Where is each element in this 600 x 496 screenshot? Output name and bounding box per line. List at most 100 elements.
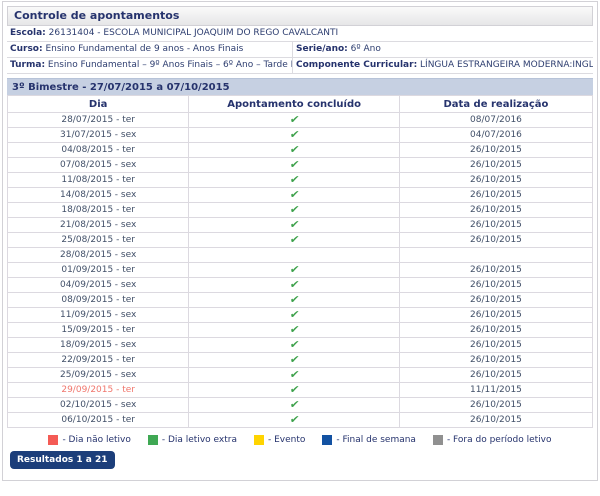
data-realizacao-cell: 26/10/2015 bbox=[399, 143, 592, 158]
data-realizacao-cell: 26/10/2015 bbox=[399, 158, 592, 173]
dia-cell: 15/09/2015 - ter bbox=[8, 323, 189, 338]
check-icon: ✔ bbox=[289, 414, 300, 425]
table-row[interactable]: 28/07/2015 - ter✔08/07/2016 bbox=[8, 113, 593, 128]
dia-cell: 25/08/2015 - ter bbox=[8, 233, 189, 248]
apontamento-cell: ✔ bbox=[189, 293, 400, 308]
info-row-curso-serie: Curso: Ensino Fundamental de 9 anos - An… bbox=[7, 42, 593, 58]
curso-field: Curso: Ensino Fundamental de 9 anos - An… bbox=[7, 42, 292, 57]
legend-item: - Fora do período letivo bbox=[433, 435, 552, 445]
table-row[interactable]: 11/08/2015 - ter✔26/10/2015 bbox=[8, 173, 593, 188]
data-realizacao-cell: 11/11/2015 bbox=[399, 383, 592, 398]
table-row[interactable]: 14/08/2015 - sex✔26/10/2015 bbox=[8, 188, 593, 203]
table-row[interactable]: 28/08/2015 - sex bbox=[8, 248, 593, 263]
table-row[interactable]: 15/09/2015 - ter✔26/10/2015 bbox=[8, 323, 593, 338]
turma-value: Ensino Fundamental – 9º Anos Finais – 6º… bbox=[45, 60, 292, 70]
apontamento-cell: ✔ bbox=[189, 398, 400, 413]
check-icon: ✔ bbox=[289, 384, 300, 395]
table-row[interactable]: 21/08/2015 - sex✔26/10/2015 bbox=[8, 218, 593, 233]
info-row-turma-componente: Turma: Ensino Fundamental – 9º Anos Fina… bbox=[7, 58, 593, 74]
check-icon: ✔ bbox=[289, 399, 300, 410]
legend-color-swatch bbox=[148, 435, 158, 445]
dia-cell: 21/08/2015 - sex bbox=[8, 218, 189, 233]
dia-cell: 02/10/2015 - sex bbox=[8, 398, 189, 413]
serie-field: Serie/ano: 6º Ano bbox=[292, 42, 593, 57]
data-realizacao-cell: 26/10/2015 bbox=[399, 308, 592, 323]
apontamento-cell: ✔ bbox=[189, 233, 400, 248]
check-icon: ✔ bbox=[289, 159, 300, 170]
table-row[interactable]: 06/10/2015 - ter✔26/10/2015 bbox=[8, 413, 593, 428]
table-row[interactable]: 22/09/2015 - ter✔26/10/2015 bbox=[8, 353, 593, 368]
legend-color-swatch bbox=[322, 435, 332, 445]
data-realizacao-cell: 26/10/2015 bbox=[399, 338, 592, 353]
apontamento-cell: ✔ bbox=[189, 113, 400, 128]
data-realizacao-cell: 26/10/2015 bbox=[399, 368, 592, 383]
check-icon: ✔ bbox=[289, 189, 300, 200]
dia-cell: 04/08/2015 - ter bbox=[8, 143, 189, 158]
serie-value: 6º Ano bbox=[348, 44, 381, 54]
serie-label: Serie/ano: bbox=[296, 44, 348, 54]
apontamento-cell: ✔ bbox=[189, 173, 400, 188]
check-icon: ✔ bbox=[289, 144, 300, 155]
dia-cell: 08/09/2015 - ter bbox=[8, 293, 189, 308]
dia-cell: 31/07/2015 - sex bbox=[8, 128, 189, 143]
table-row[interactable]: 18/09/2015 - sex ✔ 26/10/2015 bbox=[8, 338, 593, 353]
legend-color-swatch bbox=[48, 435, 58, 445]
check-icon: ✔ bbox=[289, 294, 300, 305]
data-realizacao-cell: 26/10/2015 bbox=[399, 293, 592, 308]
data-realizacao-cell: 26/10/2015 bbox=[399, 233, 592, 248]
table-row[interactable]: 31/07/2015 - sex✔04/07/2016 bbox=[8, 128, 593, 143]
legend-label: - Dia letivo extra bbox=[162, 435, 237, 445]
turma-label: Turma: bbox=[10, 60, 45, 70]
apontamento-cell: ✔ bbox=[189, 128, 400, 143]
apontamento-cell: ✔ bbox=[189, 368, 400, 383]
legend-item: - Dia letivo extra bbox=[148, 435, 237, 445]
legend-color-swatch bbox=[254, 435, 264, 445]
table-row[interactable]: 02/10/2015 - sex ✔ 26/10/2015 bbox=[8, 398, 593, 413]
table-row[interactable]: 07/08/2015 - sex✔26/10/2015 bbox=[8, 158, 593, 173]
table-row[interactable]: 25/09/2015 - sex✔26/10/2015 bbox=[8, 368, 593, 383]
check-icon: ✔ bbox=[289, 339, 300, 350]
apontamento-cell: ✔ bbox=[189, 383, 400, 398]
dia-cell: 28/07/2015 - ter bbox=[8, 113, 189, 128]
header-dia: Dia bbox=[8, 96, 189, 113]
table-row[interactable]: 04/08/2015 - ter ✔ 26/10/2015 bbox=[8, 143, 593, 158]
table-row[interactable]: 18/08/2015 - ter✔26/10/2015 bbox=[8, 203, 593, 218]
info-row-escola: Escola: 26131404 - ESCOLA MUNICIPAL JOAQ… bbox=[7, 26, 593, 42]
table-row[interactable]: 01/09/2015 - ter✔26/10/2015 bbox=[8, 263, 593, 278]
table-row[interactable]: 25/08/2015 - ter✔26/10/2015 bbox=[8, 233, 593, 248]
apontamento-cell: ✔ bbox=[189, 143, 400, 158]
turma-field: Turma: Ensino Fundamental – 9º Anos Fina… bbox=[7, 58, 292, 73]
dia-cell: 14/08/2015 - sex bbox=[8, 188, 189, 203]
table-row[interactable]: 11/09/2015 - sex✔26/10/2015 bbox=[8, 308, 593, 323]
page-title: Controle de apontamentos bbox=[7, 6, 593, 26]
apontamento-cell: ✔ bbox=[189, 353, 400, 368]
legend-item: - Evento bbox=[254, 435, 305, 445]
data-realizacao-cell: 26/10/2015 bbox=[399, 203, 592, 218]
data-realizacao-cell: 26/10/2015 bbox=[399, 398, 592, 413]
dia-cell: 11/08/2015 - ter bbox=[8, 173, 189, 188]
legend-item: - Dia não letivo bbox=[48, 435, 130, 445]
dia-cell: 18/09/2015 - sex bbox=[8, 338, 189, 353]
table-row[interactable]: 29/09/2015 - ter ✔ 11/11/2015 bbox=[8, 383, 593, 398]
check-icon: ✔ bbox=[289, 279, 300, 290]
data-realizacao-cell: 26/10/2015 bbox=[399, 218, 592, 233]
data-realizacao-cell: 26/10/2015 bbox=[399, 173, 592, 188]
check-icon: ✔ bbox=[289, 114, 300, 125]
table-header-row: Dia Apontamento concluído Data de realiz… bbox=[8, 96, 593, 113]
escola-value: 26131404 - ESCOLA MUNICIPAL JOAQUIM DO R… bbox=[46, 28, 338, 38]
componente-value: LÍNGUA ESTRANGEIRA MODERNA:INGLÊS bbox=[417, 60, 593, 70]
data-realizacao-cell: 26/10/2015 bbox=[399, 263, 592, 278]
table-row[interactable]: 04/09/2015 - sex✔26/10/2015 bbox=[8, 278, 593, 293]
apontamento-cell: ✔ bbox=[189, 203, 400, 218]
check-icon: ✔ bbox=[289, 129, 300, 140]
apontamento-cell: ✔ bbox=[189, 263, 400, 278]
header-data-realizacao: Data de realização bbox=[399, 96, 592, 113]
table-row[interactable]: 08/09/2015 - ter ✔ 26/10/2015 bbox=[8, 293, 593, 308]
apontamento-cell: ✔ bbox=[189, 413, 400, 428]
check-icon: ✔ bbox=[289, 309, 300, 320]
header-apontamento-concluido: Apontamento concluído bbox=[189, 96, 400, 113]
dia-cell: 29/09/2015 - ter bbox=[8, 383, 189, 398]
escola-label: Escola: bbox=[10, 28, 46, 38]
results-badge: Resultados 1 a 21 bbox=[10, 451, 115, 469]
legend-item: - Final de semana bbox=[322, 435, 416, 445]
